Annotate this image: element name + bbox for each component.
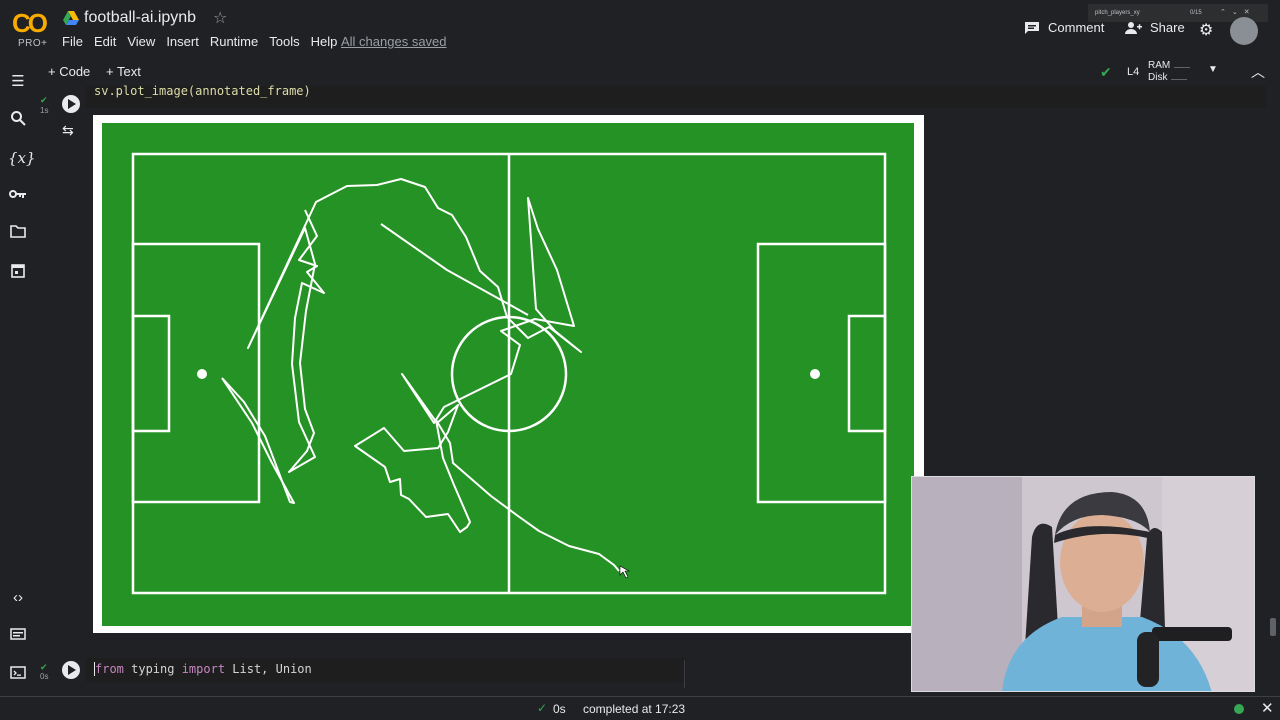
disk-label: Disk: [1148, 72, 1168, 83]
terminal-icon[interactable]: [8, 665, 28, 685]
menu-tools[interactable]: Tools: [269, 34, 299, 50]
menu-edit[interactable]: Edit: [94, 34, 116, 50]
code-keyword: from: [94, 662, 124, 676]
logo-mark: CO: [12, 8, 48, 38]
status-duration: 0s: [553, 702, 566, 716]
presenter-video: [912, 477, 1254, 691]
pitch-diagram: [102, 123, 914, 626]
webcam-overlay: [911, 476, 1255, 692]
status-bar: ✓ 0s completed at 17:23 ✕: [0, 696, 1280, 720]
add-text-button[interactable]: + Text: [106, 64, 141, 79]
folder-icon[interactable]: [8, 224, 28, 244]
google-drive-icon[interactable]: [63, 10, 79, 26]
pro-badge: PRO+: [18, 38, 48, 49]
menu-bar: File Edit View Insert Runtime Tools Help: [62, 34, 348, 50]
key-icon[interactable]: [8, 186, 28, 206]
cell-exec-time: 0s: [40, 672, 49, 681]
comment-icon: [1025, 21, 1039, 34]
left-penalty-spot: [197, 369, 207, 379]
colab-logo[interactable]: CO PRO+: [12, 8, 48, 49]
add-code-button[interactable]: + Code: [48, 64, 90, 79]
gear-icon[interactable]: ⚙: [1199, 20, 1213, 40]
status-connected-dot: [1234, 704, 1244, 714]
toc-icon[interactable]: ☰: [8, 72, 28, 92]
menu-runtime[interactable]: Runtime: [210, 34, 258, 50]
code-line[interactable]: sv.plot_image(annotated_frame): [94, 84, 311, 98]
save-status-link[interactable]: All changes saved: [341, 34, 447, 49]
menu-insert[interactable]: Insert: [166, 34, 199, 50]
code-line[interactable]: from typing import List, Union: [94, 662, 312, 676]
editor-ruler: [684, 660, 685, 688]
search-icon[interactable]: [8, 110, 28, 130]
output-options-icon[interactable]: ⇆: [62, 122, 74, 139]
close-icon[interactable]: ✕: [1261, 699, 1274, 717]
status-check-icon: ✓: [537, 701, 548, 715]
share-button[interactable]: Share: [1124, 20, 1185, 35]
runtime-dropdown-icon[interactable]: ▼: [1208, 64, 1218, 75]
ram-bar: [1174, 64, 1191, 68]
calendar-icon[interactable]: [8, 263, 28, 283]
find-count: 0/15: [1190, 10, 1202, 16]
code-module: typing: [123, 662, 182, 676]
run-cell-button[interactable]: [62, 661, 80, 679]
disk-bar: [1171, 76, 1188, 80]
avatar[interactable]: [1230, 17, 1258, 45]
cell-exec-time: 1s: [40, 106, 49, 115]
variables-icon[interactable]: {x}: [8, 148, 36, 168]
share-label: Share: [1150, 20, 1185, 35]
collapse-header-icon[interactable]: ︿: [1251, 62, 1265, 82]
ram-label: RAM: [1148, 60, 1171, 71]
code-snippets-icon[interactable]: ‹›: [8, 588, 28, 608]
top-header: CO PRO+ football-ai.ipynb ☆ File Edit Vi…: [0, 0, 1280, 60]
code-imports: List, Union: [225, 662, 312, 676]
status-completed-text[interactable]: completed at 17:23: [583, 702, 685, 716]
menu-view[interactable]: View: [127, 34, 155, 50]
right-penalty-spot: [810, 369, 820, 379]
notebook-title[interactable]: football-ai.ipynb: [84, 9, 196, 27]
comment-label: Comment: [1048, 20, 1105, 35]
cell-success-check-icon: ✔: [40, 95, 48, 105]
share-person-icon: [1125, 21, 1142, 34]
code-keyword: import: [181, 662, 226, 676]
connected-check-icon: ✔: [1100, 64, 1112, 80]
star-icon[interactable]: ☆: [213, 8, 227, 28]
find-controls[interactable]: ⌃⌄✕: [1220, 8, 1256, 16]
command-palette-icon[interactable]: [8, 626, 28, 646]
runtime-type[interactable]: L4: [1127, 66, 1139, 78]
notebook-toolbar: + Code + Text ✔ L4 RAM Disk ▼ ︿: [0, 60, 1280, 84]
find-query[interactable]: pitch_players_xy: [1095, 10, 1140, 16]
menu-help[interactable]: Help: [311, 34, 338, 50]
menu-file[interactable]: File: [62, 34, 83, 50]
left-sidebar: ☰ {x} ‹›: [0, 60, 36, 720]
run-cell-button[interactable]: [62, 95, 80, 113]
comment-button[interactable]: Comment: [1024, 20, 1104, 35]
scrollbar-thumb[interactable]: [1270, 618, 1276, 636]
resource-monitor[interactable]: RAM Disk: [1148, 60, 1191, 84]
